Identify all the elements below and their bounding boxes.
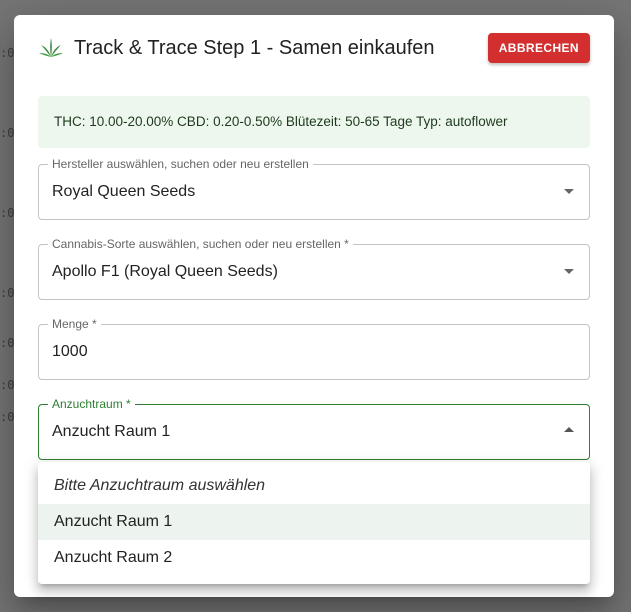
background-text-fragment: :0 xyxy=(0,410,15,424)
background-text-fragment: :0 xyxy=(0,336,15,350)
strain-select[interactable]: Cannabis-Sorte auswählen, suchen oder ne… xyxy=(38,237,590,300)
manufacturer-select[interactable]: Hersteller auswählen, suchen oder neu er… xyxy=(38,157,590,220)
manufacturer-label: Hersteller auswählen, suchen oder neu er… xyxy=(48,157,313,171)
menu-item-placeholder[interactable]: Bitte Anzuchtraum auswählen xyxy=(38,468,590,504)
menu-item-label: Anzucht Raum 1 xyxy=(54,513,173,530)
background-text-fragment: :0 xyxy=(0,378,15,392)
quantity-value[interactable]: 1000 xyxy=(52,343,88,361)
menu-item-label: Anzucht Raum 2 xyxy=(54,549,173,566)
background-text-fragment: :0 xyxy=(0,206,15,220)
strain-info-box: THC: 10.00-20.00% CBD: 0.20-0.50% Blütez… xyxy=(38,96,590,148)
background-text-fragment: :0 xyxy=(0,286,15,300)
strain-value: Apollo F1 (Royal Queen Seeds) xyxy=(52,263,278,280)
cannabis-leaf-icon xyxy=(39,38,63,57)
background-text-fragment: :0 xyxy=(0,126,15,140)
menu-item-room-2[interactable]: Anzucht Raum 2 xyxy=(38,540,590,576)
dropdown-arrow-up-icon[interactable] xyxy=(564,427,574,432)
strain-info-text: THC: 10.00-20.00% CBD: 0.20-0.50% Blütez… xyxy=(54,114,508,129)
dropdown-arrow-icon[interactable] xyxy=(564,189,574,194)
dialog-header: Track & Trace Step 1 - Samen einkaufen A… xyxy=(38,33,590,63)
menu-item-label: Bitte Anzuchtraum auswählen xyxy=(54,477,266,494)
dropdown-arrow-icon[interactable] xyxy=(564,269,574,274)
strain-label: Cannabis-Sorte auswählen, suchen oder ne… xyxy=(48,237,353,251)
quantity-label: Menge * xyxy=(48,317,101,331)
room-dropdown-menu: Bitte Anzuchtraum auswählen Anzucht Raum… xyxy=(38,462,590,584)
menu-item-room-1[interactable]: Anzucht Raum 1 xyxy=(38,504,590,540)
cancel-button[interactable]: ABBRECHEN xyxy=(487,33,590,63)
background-text-fragment: :0 xyxy=(0,46,15,60)
room-select[interactable]: Anzuchtraum * Anzucht Raum 1 xyxy=(38,397,590,460)
manufacturer-value: Royal Queen Seeds xyxy=(52,183,196,200)
room-label: Anzuchtraum * xyxy=(48,397,135,411)
quantity-input[interactable]: Menge * 1000 xyxy=(38,317,590,380)
dialog-title: Track & Trace Step 1 - Samen einkaufen xyxy=(74,37,435,59)
room-value: Anzucht Raum 1 xyxy=(52,423,171,440)
